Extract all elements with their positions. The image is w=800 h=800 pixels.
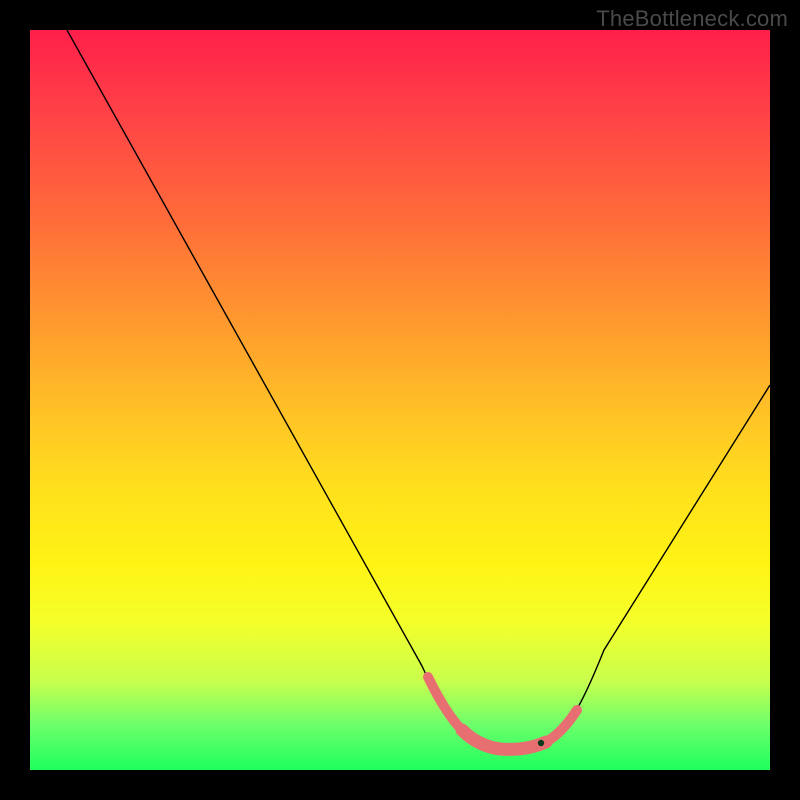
highlight-left bbox=[428, 677, 462, 730]
plot-svg bbox=[30, 30, 770, 770]
attribution-label: TheBottleneck.com bbox=[596, 6, 788, 32]
plot-area bbox=[30, 30, 770, 770]
chart-frame: TheBottleneck.com bbox=[0, 0, 800, 800]
min-point-marker bbox=[538, 740, 544, 746]
bottleneck-curve bbox=[67, 30, 770, 748]
highlight-middle bbox=[462, 730, 546, 749]
highlight-right bbox=[546, 710, 577, 742]
